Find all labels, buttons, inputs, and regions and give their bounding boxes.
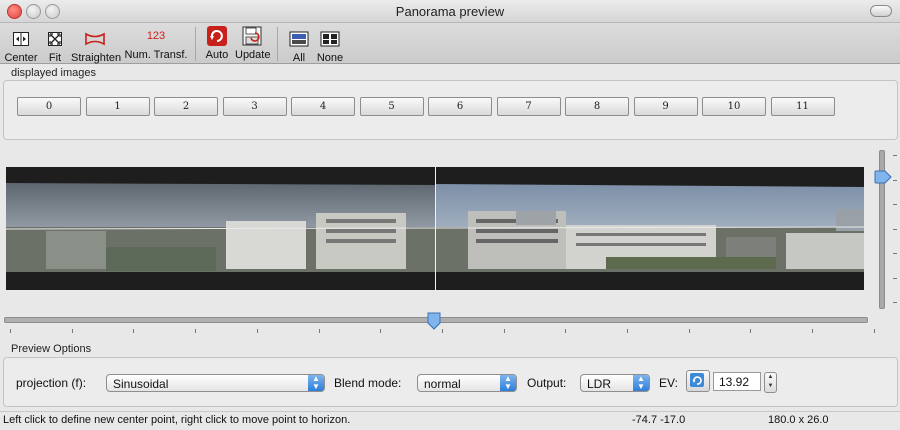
no-images-icon — [320, 31, 340, 47]
image-toggle-button[interactable]: 2 — [154, 97, 218, 116]
slider-tick — [627, 329, 628, 333]
straighten-button[interactable]: Straighten — [71, 25, 122, 64]
projection-select[interactable]: Sinusoidal ▲ ▼ — [106, 374, 325, 392]
slider-tick — [893, 228, 897, 230]
slider-tick — [893, 155, 897, 156]
center-guide-line — [435, 167, 436, 290]
straighten-icon — [85, 32, 105, 46]
slider-tick — [893, 302, 897, 303]
slider-tick — [133, 329, 135, 333]
image-toggle-button[interactable]: 1 — [85, 97, 150, 116]
slider-tick — [873, 329, 875, 333]
ev-reset-button[interactable] — [686, 370, 710, 392]
image-toggle-button[interactable]: 3 — [222, 97, 287, 116]
update-label: Update — [235, 49, 271, 61]
status-fov: 180.0 x 26.0 — [768, 414, 829, 426]
slider-tick — [893, 204, 897, 205]
status-hint: Left click to define new center point, r… — [3, 414, 351, 426]
image-toggle-button[interactable]: 6 — [428, 97, 492, 116]
refresh-icon — [690, 373, 704, 387]
fit-button[interactable]: Fit — [42, 25, 68, 64]
image-toggle-button[interactable]: 11 — [770, 97, 835, 116]
slider-tick — [380, 329, 382, 333]
displayed-images-label: displayed images — [11, 67, 96, 79]
slider-tick — [318, 329, 320, 333]
projection-label: projection (f): — [16, 376, 87, 390]
num-transf-button[interactable]: 123 Num. Transf. — [124, 25, 188, 61]
projection-value: Sinusoidal — [113, 377, 169, 391]
update-icon — [242, 26, 262, 46]
status-bar: Left click to define new center point, r… — [0, 411, 900, 430]
window-title: Panorama preview — [395, 4, 505, 19]
fit-label: Fit — [48, 52, 62, 64]
select-arrows-icon: ▲ ▼ — [633, 375, 649, 391]
slider-tick — [503, 329, 505, 333]
image-toggle-button[interactable]: 4 — [291, 97, 355, 116]
slider-tick — [893, 179, 897, 181]
auto-button[interactable]: Auto — [203, 25, 231, 61]
ev-input[interactable]: 13.92 — [713, 372, 761, 391]
image-toggle-button[interactable]: 5 — [359, 97, 424, 116]
title-bar: Panorama preview — [0, 0, 900, 23]
all-images-icon — [289, 31, 309, 47]
update-button[interactable]: Update — [235, 25, 271, 61]
blend-mode-select[interactable]: normal ▲ ▼ — [417, 374, 517, 392]
output-value: LDR — [587, 377, 612, 391]
blend-mode-label: Blend mode: — [334, 376, 402, 390]
slider-tick — [812, 329, 814, 333]
toolbar-toggle-button[interactable] — [870, 5, 892, 17]
blend-mode-value: normal — [424, 377, 461, 391]
all-label: All — [292, 52, 306, 64]
center-icon — [13, 32, 29, 46]
select-arrows-icon: ▲ ▼ — [308, 375, 324, 391]
fit-icon — [48, 32, 62, 46]
center-button[interactable]: Center — [4, 25, 38, 64]
slider-tick — [893, 253, 897, 254]
auto-label: Auto — [205, 49, 229, 61]
horizontal-slider-knob[interactable] — [427, 312, 441, 330]
auto-refresh-icon — [207, 26, 227, 46]
slider-tick — [688, 329, 690, 333]
select-arrows-icon: ▲ ▼ — [500, 375, 516, 391]
image-toggle-button[interactable]: 8 — [565, 97, 629, 116]
slider-tick — [10, 329, 11, 333]
none-label: None — [316, 52, 344, 64]
show-all-button[interactable]: All — [287, 25, 311, 64]
slider-tick — [71, 329, 73, 333]
image-toggle-button[interactable]: 9 — [633, 97, 698, 116]
center-label: Center — [4, 52, 38, 64]
slider-tick — [893, 277, 897, 279]
output-label: Output: — [527, 376, 567, 390]
image-toggle-button[interactable]: 10 — [702, 97, 766, 116]
slider-tick — [750, 329, 752, 333]
toolbar-separator — [277, 27, 278, 61]
ev-stepper[interactable]: ▲ ▼ — [764, 372, 777, 393]
slider-tick — [441, 329, 443, 333]
image-toggle-button[interactable]: 0 — [17, 97, 81, 116]
show-none-button[interactable]: None — [315, 25, 345, 64]
straighten-label: Straighten — [71, 52, 122, 64]
image-toggle-button[interactable]: 7 — [496, 97, 561, 116]
slider-tick — [256, 329, 258, 333]
numbers-icon: 123 — [146, 30, 166, 42]
preview-options-label: Preview Options — [11, 343, 92, 355]
output-select[interactable]: LDR ▲ ▼ — [580, 374, 650, 392]
slider-tick — [565, 329, 567, 333]
ev-label: EV: — [659, 376, 678, 390]
num-transf-label: Num. Transf. — [124, 49, 188, 61]
toolbar: Center Fit Straighten 123 Num. Transf. A… — [0, 23, 900, 64]
vertical-slider-knob[interactable] — [874, 170, 892, 184]
status-coordinates: -74.7 -17.0 — [632, 414, 686, 426]
toolbar-separator — [195, 27, 196, 61]
slider-tick — [195, 329, 197, 333]
